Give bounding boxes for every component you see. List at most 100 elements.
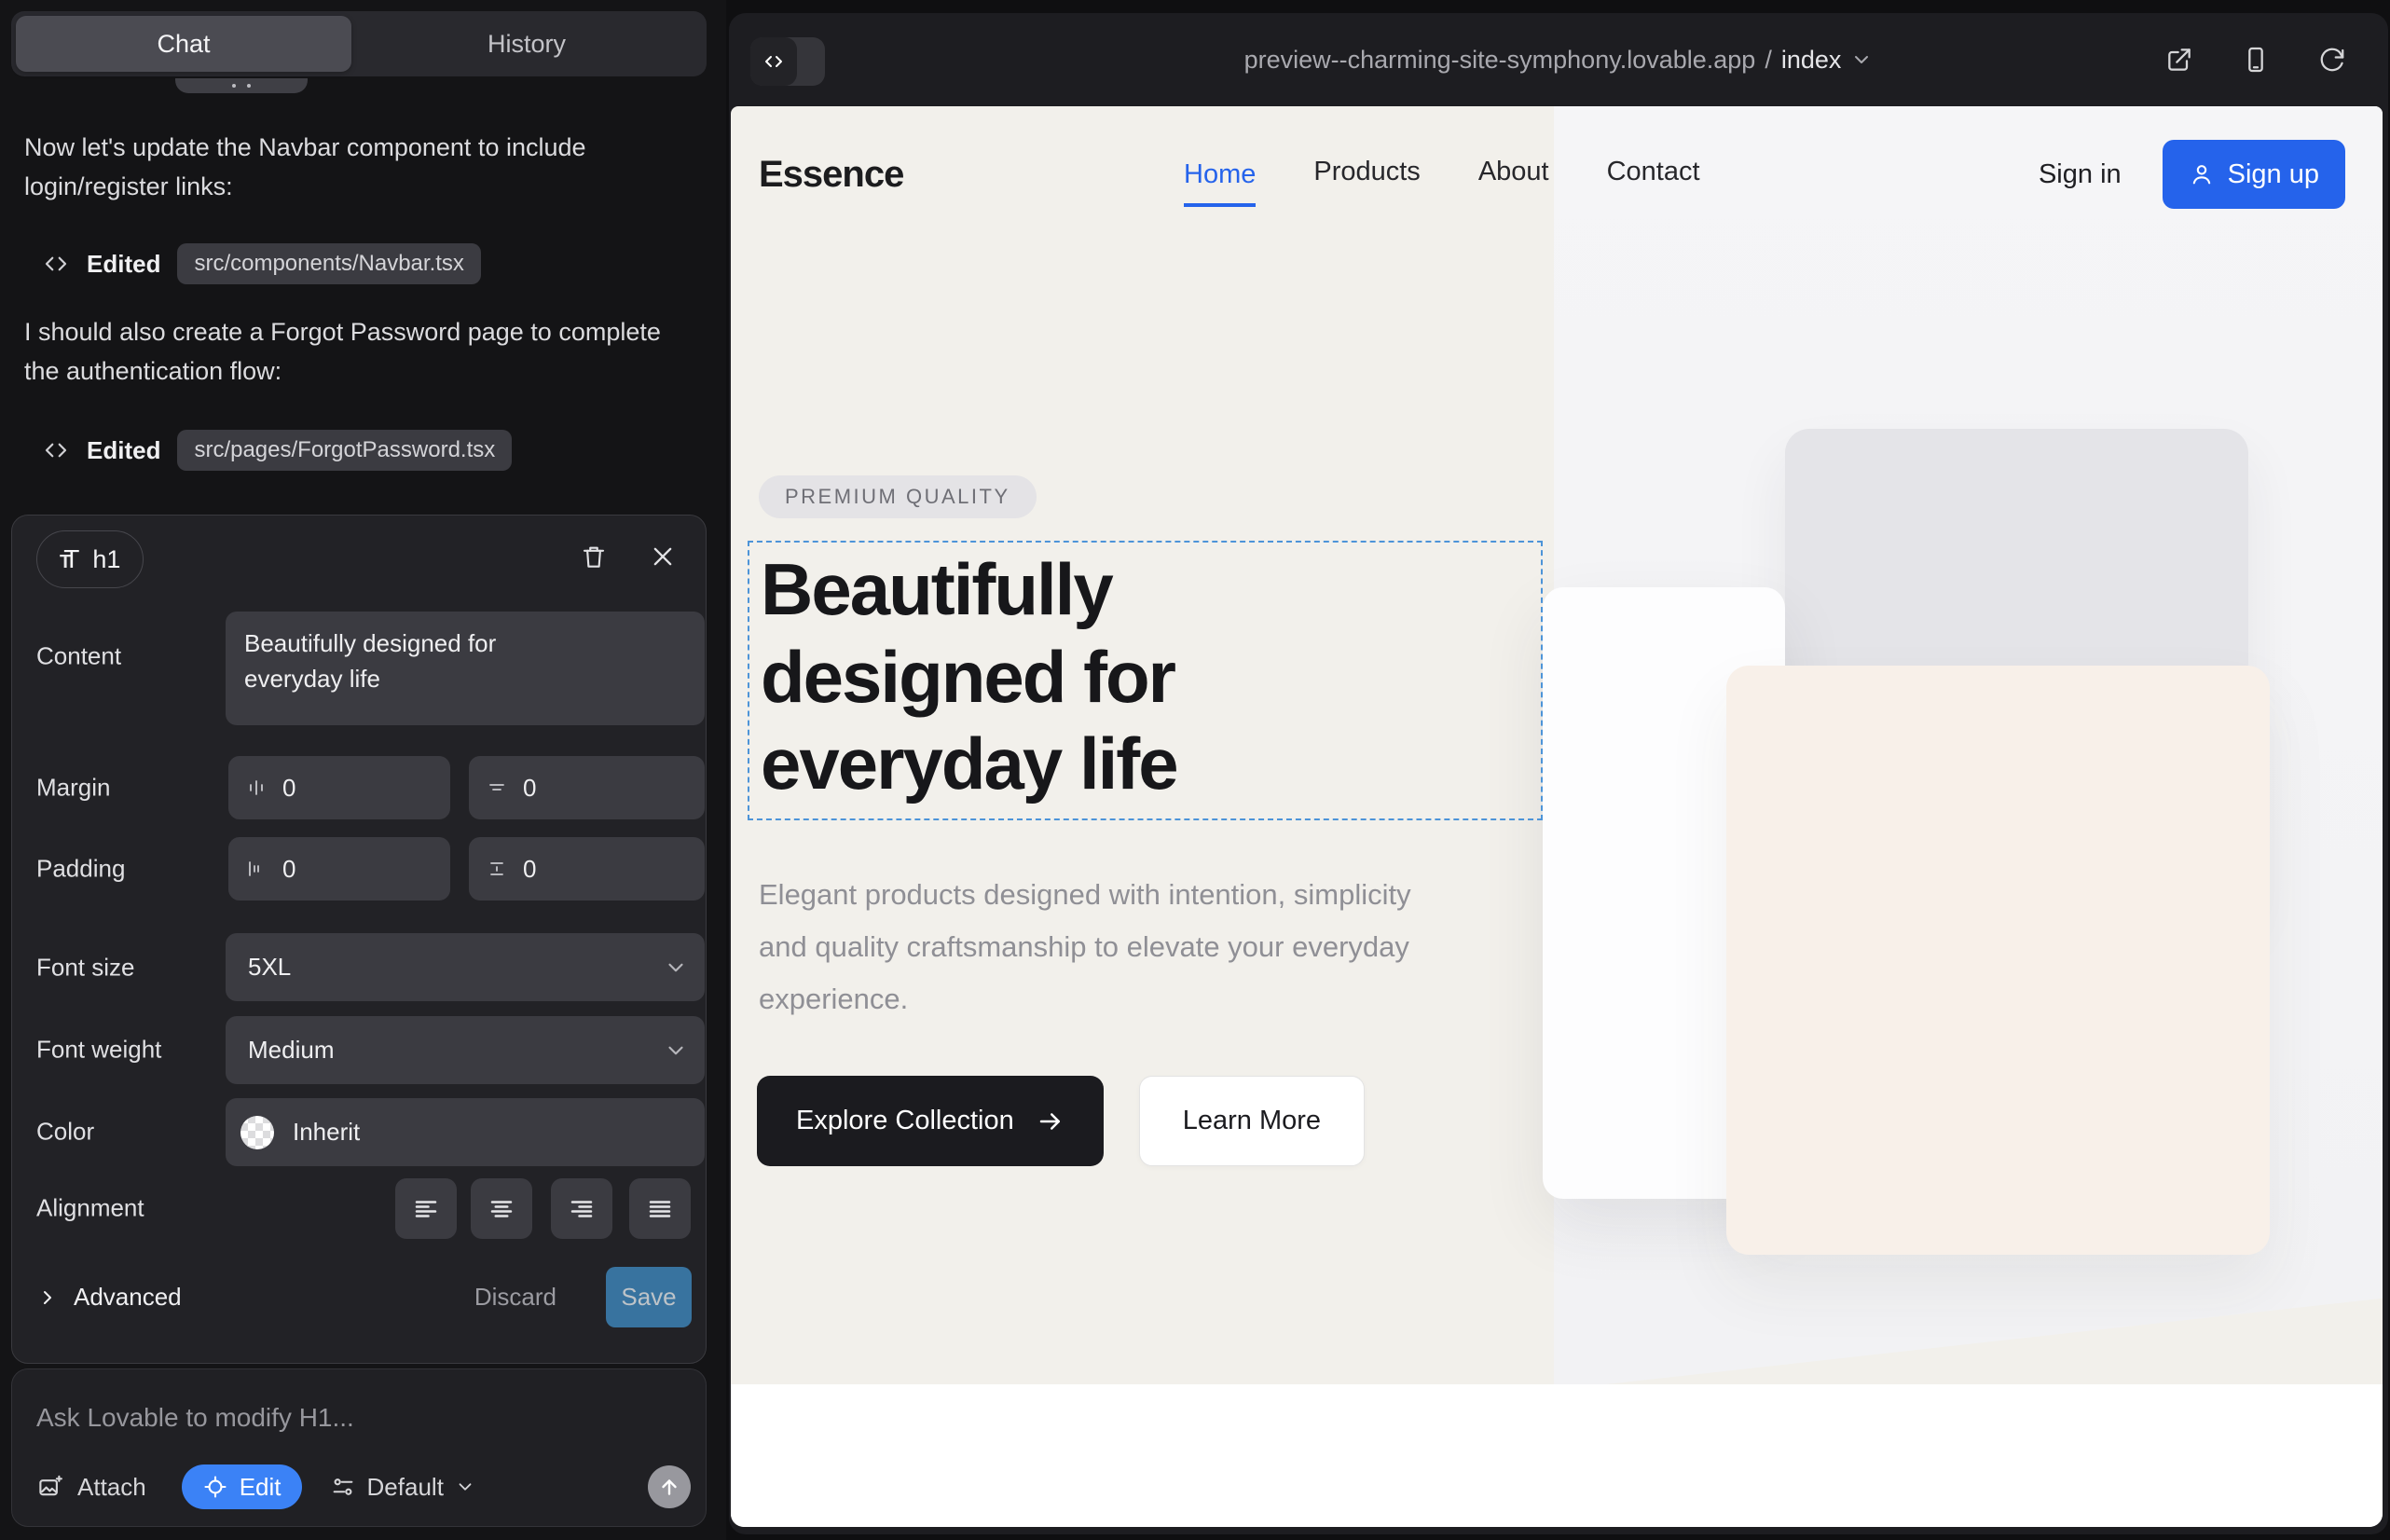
color-picker-field[interactable]: Inherit xyxy=(226,1098,705,1166)
mode-label: Default xyxy=(367,1473,444,1502)
open-in-new-tab-button[interactable] xyxy=(2159,39,2200,80)
edited-file-row: Edited src/pages/ForgotPassword.tsx xyxy=(42,431,512,470)
send-button[interactable] xyxy=(648,1465,691,1508)
typography-icon: TT xyxy=(60,544,79,574)
preview-route[interactable]: index xyxy=(1781,46,1842,75)
preview-url-bar[interactable]: preview--charming-site-symphony.lovable.… xyxy=(729,13,2388,106)
code-icon xyxy=(42,250,70,278)
align-center-icon xyxy=(488,1195,515,1223)
font-weight-label: Font weight xyxy=(36,1036,161,1065)
preview-browser-frame: preview--charming-site-symphony.lovable.… xyxy=(729,13,2388,1534)
font-size-select[interactable]: 5XL xyxy=(226,933,705,1001)
padding-y-value: 0 xyxy=(523,855,536,884)
trash-icon xyxy=(580,543,608,571)
color-value: Inherit xyxy=(293,1118,360,1147)
save-button[interactable]: Save xyxy=(606,1267,692,1327)
chevron-down-icon xyxy=(664,1038,688,1063)
nav-link-contact[interactable]: Contact xyxy=(1607,157,1700,193)
assistant-message: I should also create a Forgot Password p… xyxy=(24,313,671,392)
file-chip[interactable]: src/components/Navbar.tsx xyxy=(177,243,480,284)
mobile-view-button[interactable] xyxy=(2235,39,2276,80)
heading-line: everyday life xyxy=(761,721,1541,808)
edit-mode-button[interactable]: Edit xyxy=(182,1464,302,1509)
site-navbar: Essence Home Products About Contact Sign… xyxy=(731,106,2383,242)
align-center-button[interactable] xyxy=(471,1178,532,1239)
element-editor-panel: TT h1 Content Beautifully designed for e… xyxy=(11,515,707,1364)
mobile-phone-icon xyxy=(2241,45,2271,75)
padding-x-value: 0 xyxy=(282,855,295,884)
align-left-button[interactable] xyxy=(395,1178,457,1239)
site-preview-viewport: Essence Home Products About Contact Sign… xyxy=(731,106,2383,1527)
hero-badge: PREMIUM QUALITY xyxy=(759,475,1037,518)
code-icon xyxy=(42,436,70,464)
mode-selector[interactable]: Default xyxy=(330,1473,475,1502)
selected-h1-outline[interactable]: Beautifully designed for everyday life xyxy=(748,541,1543,820)
padding-x-input[interactable]: 0 xyxy=(228,837,450,901)
edited-label: Edited xyxy=(87,250,160,279)
explore-collection-label: Explore Collection xyxy=(796,1106,1014,1136)
arrow-up-icon xyxy=(657,1475,681,1499)
tab-history[interactable]: History xyxy=(351,16,702,72)
align-justify-icon xyxy=(646,1195,674,1223)
chat-composer[interactable]: Ask Lovable to modify H1... Attach Edit … xyxy=(11,1368,707,1527)
hero-heading[interactable]: Beautifully designed for everyday life xyxy=(749,543,1541,808)
color-swatch xyxy=(240,1116,274,1149)
tab-chat[interactable]: Chat xyxy=(16,16,351,72)
margin-vertical-icon xyxy=(486,777,508,799)
element-tag-label: h1 xyxy=(92,545,120,574)
advanced-label: Advanced xyxy=(74,1283,182,1312)
site-logo[interactable]: Essence xyxy=(759,106,903,242)
site-next-section xyxy=(731,1384,2383,1527)
learn-more-button[interactable]: Learn More xyxy=(1139,1076,1365,1166)
margin-y-input[interactable]: 0 xyxy=(469,756,705,819)
font-weight-select[interactable]: Medium xyxy=(226,1016,705,1084)
margin-horizontal-icon xyxy=(245,777,268,799)
delete-element-button[interactable] xyxy=(573,536,614,577)
padding-vertical-icon xyxy=(486,858,508,880)
refresh-icon xyxy=(2318,46,2346,74)
chevron-down-icon xyxy=(455,1477,475,1497)
user-icon xyxy=(2189,161,2215,187)
margin-x-input[interactable]: 0 xyxy=(228,756,450,819)
content-label: Content xyxy=(36,642,121,671)
scrolled-out-chip xyxy=(175,78,308,93)
explore-collection-button[interactable]: Explore Collection xyxy=(757,1076,1104,1166)
align-left-icon xyxy=(412,1195,440,1223)
close-editor-button[interactable] xyxy=(642,536,683,577)
align-justify-button[interactable] xyxy=(629,1178,691,1239)
nav-link-home[interactable]: Home xyxy=(1184,159,1256,207)
heading-line: designed for xyxy=(761,634,1541,722)
align-right-button[interactable] xyxy=(551,1178,612,1239)
chat-history-tabs: Chat History xyxy=(11,11,707,76)
margin-y-value: 0 xyxy=(523,774,536,803)
refresh-button[interactable] xyxy=(2312,39,2353,80)
assistant-message: Now let's update the Navbar component to… xyxy=(24,129,671,207)
attach-label: Attach xyxy=(77,1473,146,1502)
attach-button[interactable]: Attach xyxy=(36,1473,146,1502)
content-line: Beautifully designed for xyxy=(244,629,496,657)
edited-label: Edited xyxy=(87,436,160,465)
arrow-right-icon xyxy=(1037,1107,1065,1135)
discard-button[interactable]: Discard xyxy=(474,1267,556,1327)
lovable-sidebar: Chat History Now let's update the Navbar… xyxy=(0,0,726,1540)
edit-label: Edit xyxy=(240,1473,282,1502)
padding-horizontal-icon xyxy=(245,858,268,880)
chevron-down-icon xyxy=(664,956,688,980)
external-link-icon xyxy=(2164,45,2194,75)
advanced-toggle[interactable]: Advanced xyxy=(36,1267,182,1327)
sign-in-link[interactable]: Sign in xyxy=(2039,159,2122,190)
edited-file-row: Edited src/components/Navbar.tsx xyxy=(42,244,481,283)
margin-x-value: 0 xyxy=(282,774,295,803)
hero-paragraph: Elegant products designed with intention… xyxy=(759,869,1411,1024)
nav-link-products[interactable]: Products xyxy=(1313,157,1420,193)
color-label: Color xyxy=(36,1118,94,1147)
content-textarea[interactable]: Beautifully designed for everyday life xyxy=(226,612,705,725)
sign-up-button[interactable]: Sign up xyxy=(2163,140,2345,209)
nav-link-about[interactable]: About xyxy=(1478,157,1549,193)
file-chip[interactable]: src/pages/ForgotPassword.tsx xyxy=(177,430,512,471)
padding-label: Padding xyxy=(36,855,125,884)
margin-label: Margin xyxy=(36,774,110,803)
attach-image-icon xyxy=(36,1473,64,1501)
padding-y-input[interactable]: 0 xyxy=(469,837,705,901)
preview-domain: preview--charming-site-symphony.lovable.… xyxy=(1244,46,1756,75)
